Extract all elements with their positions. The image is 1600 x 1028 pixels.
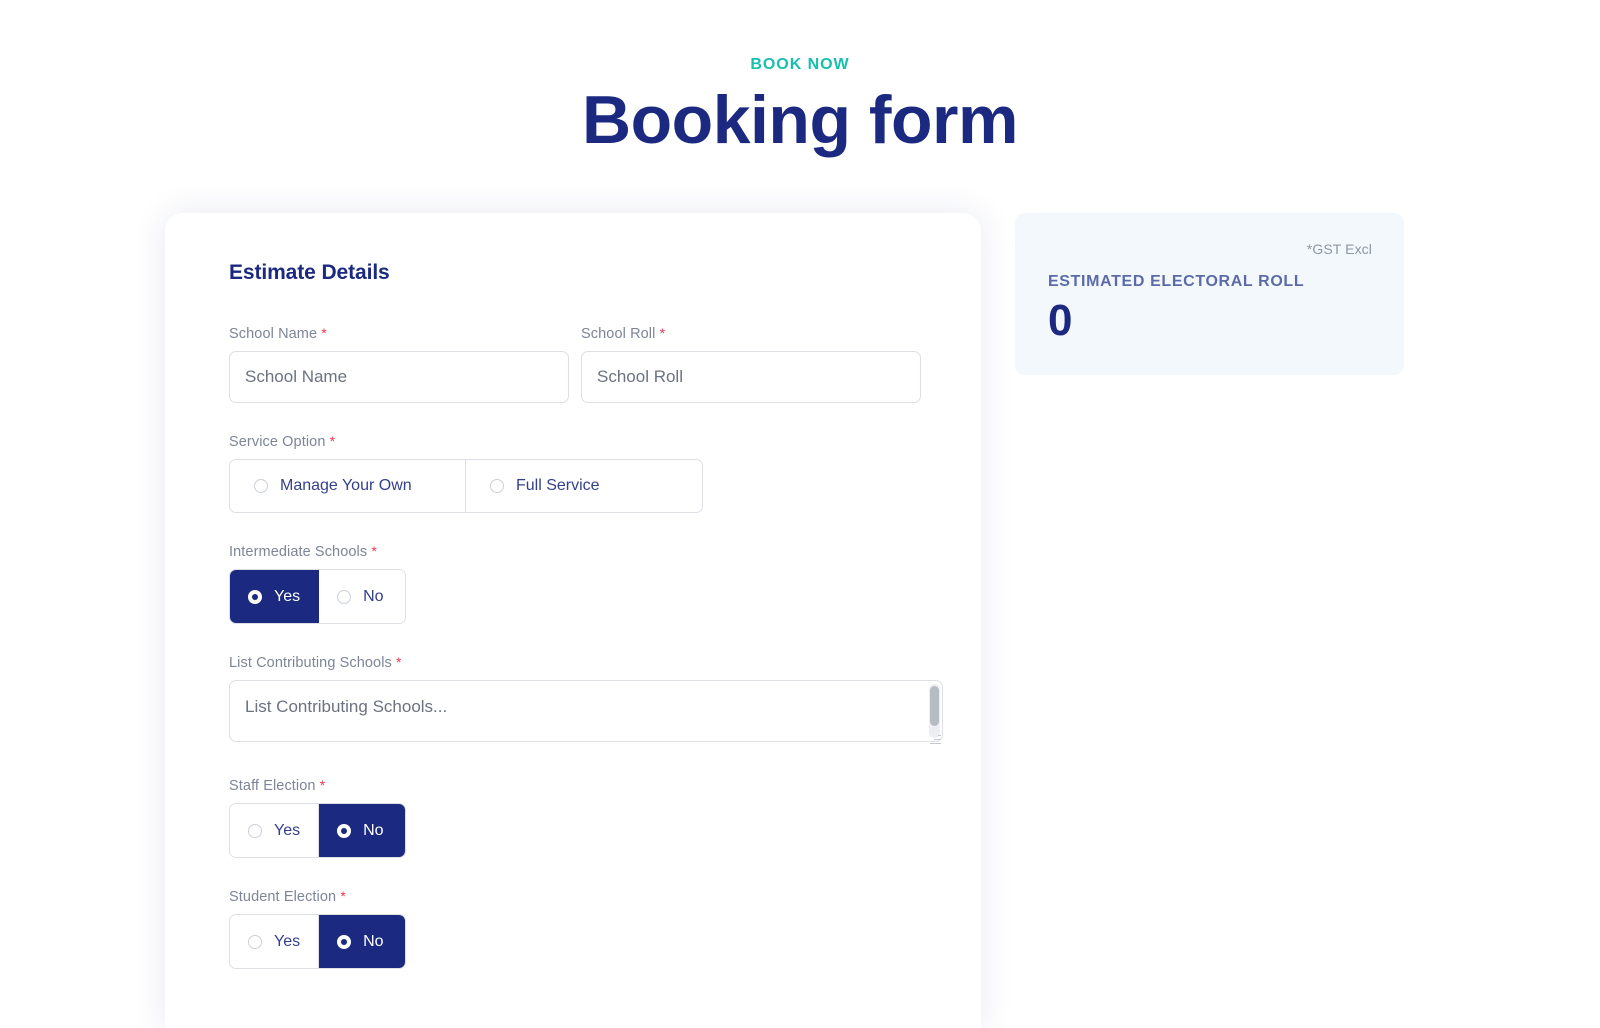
textarea-scrollbar[interactable] bbox=[929, 684, 940, 738]
service-option-manage-your-own-label: Manage Your Own bbox=[280, 477, 412, 494]
field-staff-election: Staff Election * Yes No bbox=[229, 777, 407, 858]
intermediate-schools-group: Yes No bbox=[229, 569, 407, 624]
radio-icon bbox=[337, 934, 352, 949]
estimate-summary-card: *GST Excl ESTIMATED ELECTORAL ROLL 0 bbox=[1015, 213, 1404, 375]
required-asterisk: * bbox=[329, 433, 336, 449]
student-election-yes[interactable]: Yes bbox=[230, 915, 320, 968]
school-roll-input[interactable] bbox=[581, 351, 921, 403]
intermediate-schools-yes-label: Yes bbox=[274, 587, 301, 605]
field-list-contributing-schools: List Contributing Schools * bbox=[229, 654, 943, 747]
booking-form-card: Estimate Details School Name * School Ro… bbox=[165, 213, 981, 1028]
student-election-no[interactable]: No bbox=[319, 915, 406, 968]
page-header: BOOK NOW Booking form bbox=[0, 0, 1600, 154]
radio-icon bbox=[490, 479, 504, 493]
required-asterisk: * bbox=[321, 325, 327, 341]
label-school-roll: School Roll * bbox=[581, 325, 921, 342]
radio-icon bbox=[337, 823, 352, 838]
service-option-group: Manage Your Own Full Service bbox=[229, 459, 703, 513]
estimate-details-heading: Estimate Details bbox=[229, 261, 390, 284]
staff-election-group: Yes No bbox=[229, 803, 407, 858]
staff-election-row: Staff Election * Yes No bbox=[229, 777, 921, 858]
list-contributing-schools-textarea[interactable] bbox=[229, 680, 943, 742]
estimated-electoral-roll-value: 0 bbox=[1048, 296, 1073, 345]
eyebrow-label: BOOK NOW bbox=[750, 56, 850, 73]
estimated-electoral-roll-label: ESTIMATED ELECTORAL ROLL bbox=[1048, 273, 1305, 290]
label-intermediate-schools: Intermediate Schools * bbox=[229, 543, 406, 560]
label-school-roll-text: School Roll bbox=[581, 326, 656, 342]
required-asterisk: * bbox=[319, 777, 326, 793]
contributing-schools-textarea-wrap bbox=[229, 680, 943, 747]
page-layout: Estimate Details School Name * School Ro… bbox=[0, 213, 1600, 1028]
radio-icon bbox=[337, 589, 352, 604]
radio-icon bbox=[248, 589, 262, 604]
student-election-no-label: No bbox=[363, 932, 384, 950]
name-roll-row: School Name * School Roll * bbox=[229, 325, 921, 403]
staff-election-no-label: No bbox=[363, 821, 384, 839]
page-title: Booking form bbox=[582, 82, 1018, 158]
label-student-election: Student Election * bbox=[229, 888, 406, 905]
label-staff-election: Staff Election * bbox=[229, 777, 406, 794]
required-asterisk: * bbox=[371, 543, 377, 559]
service-option-full-service-label: Full Service bbox=[516, 477, 600, 494]
intermediate-schools-no[interactable]: No bbox=[319, 570, 406, 623]
field-service-option: Service Option * Manage Your Own Full Se… bbox=[229, 433, 703, 513]
student-election-yes-label: Yes bbox=[274, 932, 301, 950]
label-school-name-text: School Name bbox=[229, 326, 318, 342]
field-intermediate-schools: Intermediate Schools * Yes No bbox=[229, 543, 407, 624]
intermediate-schools-yes[interactable]: Yes bbox=[230, 570, 320, 623]
label-student-election-text: Student Election bbox=[229, 889, 337, 905]
required-asterisk: * bbox=[659, 325, 666, 341]
field-school-name: School Name * bbox=[229, 325, 569, 403]
service-option-full-service[interactable]: Full Service bbox=[466, 460, 702, 512]
field-school-roll: School Roll * bbox=[581, 325, 921, 403]
staff-election-yes[interactable]: Yes bbox=[230, 804, 320, 857]
intermediate-schools-no-label: No bbox=[363, 587, 384, 605]
label-list-contributing-schools: List Contributing Schools * bbox=[229, 654, 943, 671]
label-list-contributing-schools-text: List Contributing Schools bbox=[229, 655, 392, 671]
field-student-election: Student Election * Yes No bbox=[229, 888, 407, 969]
radio-icon bbox=[248, 934, 262, 949]
contributing-schools-row: List Contributing Schools * bbox=[229, 654, 943, 747]
staff-election-no[interactable]: No bbox=[319, 804, 406, 857]
school-name-input[interactable] bbox=[229, 351, 569, 403]
required-asterisk: * bbox=[396, 654, 402, 670]
radio-icon bbox=[248, 823, 262, 838]
label-service-option-text: Service Option bbox=[229, 434, 326, 450]
radio-icon bbox=[254, 479, 268, 493]
label-school-name: School Name * bbox=[229, 325, 569, 342]
intermediate-schools-row: Intermediate Schools * Yes No bbox=[229, 543, 921, 624]
required-asterisk: * bbox=[340, 888, 346, 904]
staff-election-yes-label: Yes bbox=[274, 821, 301, 839]
label-intermediate-schools-text: Intermediate Schools bbox=[229, 544, 368, 560]
label-staff-election-text: Staff Election bbox=[229, 778, 316, 794]
student-election-row: Student Election * Yes No bbox=[229, 888, 921, 969]
service-option-row: Service Option * Manage Your Own Full Se… bbox=[229, 433, 921, 513]
gst-note: *GST Excl bbox=[1306, 241, 1372, 257]
label-service-option: Service Option * bbox=[229, 433, 703, 450]
service-option-manage-your-own[interactable]: Manage Your Own bbox=[230, 460, 466, 512]
student-election-group: Yes No bbox=[229, 914, 407, 969]
